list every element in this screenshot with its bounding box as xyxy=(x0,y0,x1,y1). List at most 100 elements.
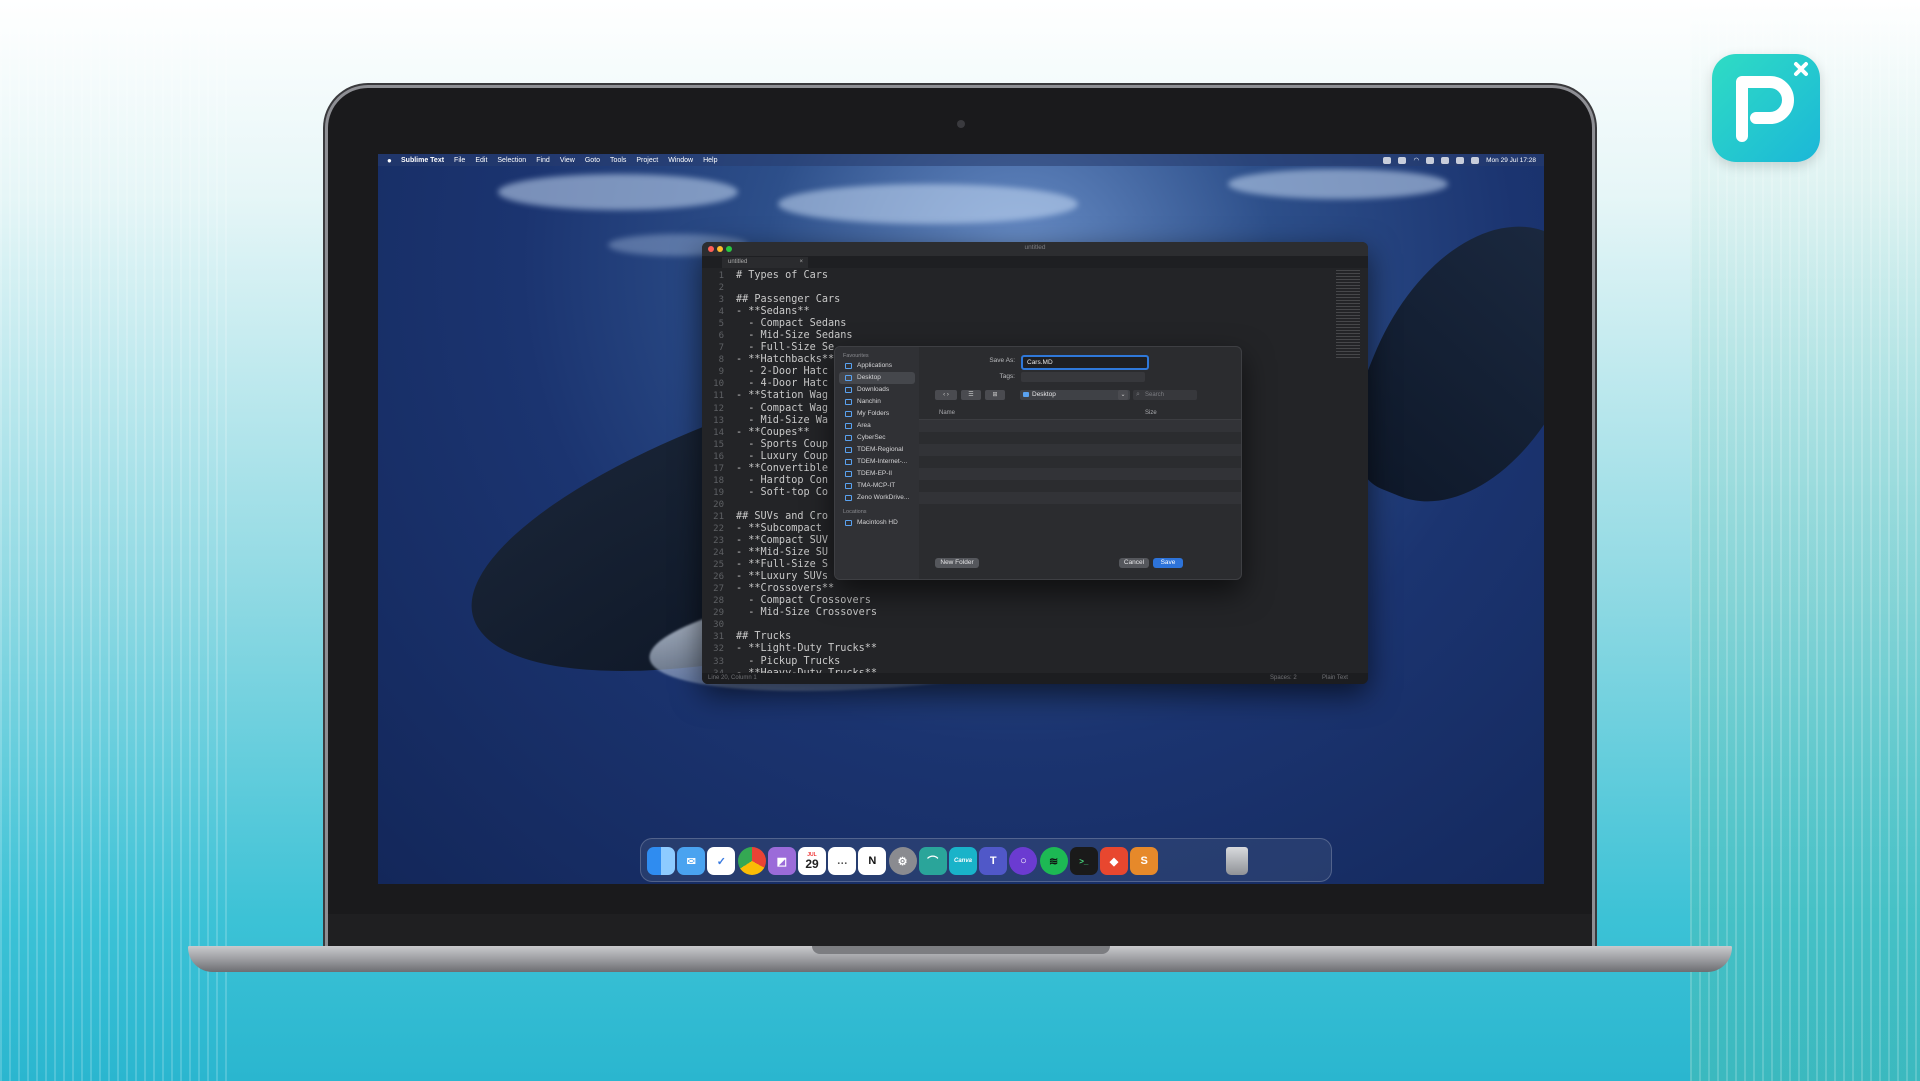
group-mode-icon[interactable]: ⊞ xyxy=(985,390,1005,400)
save-button[interactable]: Save xyxy=(1153,558,1183,568)
folder-icon xyxy=(845,363,852,369)
menu-help[interactable]: Help xyxy=(703,157,717,164)
water-highlight xyxy=(778,184,1078,224)
code-line: 6 - Mid-Size Sedans xyxy=(702,330,1328,342)
sidebar-item-7[interactable]: TDEM-Regional xyxy=(839,444,915,456)
sidebar-item-10[interactable]: TMA-MCP-IT xyxy=(839,480,915,492)
status-indentation[interactable]: Spaces: 2 xyxy=(1270,675,1297,681)
finder-icon[interactable] xyxy=(647,847,675,875)
location-select[interactable]: Desktop ⇕ xyxy=(1020,390,1130,400)
sidebar-item-9[interactable]: TDEM-EP-II xyxy=(839,468,915,480)
code-text: - Mid-Size Wa xyxy=(736,414,829,426)
minimap[interactable] xyxy=(1336,270,1360,360)
user-icon[interactable] xyxy=(1471,156,1480,164)
messages-icon[interactable]: … xyxy=(828,847,857,875)
battery-icon[interactable] xyxy=(1441,156,1450,164)
menu-goto[interactable]: Goto xyxy=(585,157,600,164)
file-list[interactable]: Name Size xyxy=(919,407,1241,515)
status-app-icon[interactable] xyxy=(1398,156,1407,164)
menu-window[interactable]: Window xyxy=(668,157,693,164)
list-row xyxy=(919,480,1241,492)
sidebar-item-label: Macintosh HD xyxy=(857,519,898,526)
calendar-icon[interactable]: JUL 29 xyxy=(798,847,826,875)
status-app-icon[interactable] xyxy=(1383,156,1392,164)
editor-tab[interactable]: untitled × xyxy=(722,257,808,268)
notion-icon[interactable]: N xyxy=(858,847,887,875)
code-line: 30 xyxy=(702,619,1328,631)
folder-icon xyxy=(845,447,852,453)
sidebar-item-4[interactable]: My Folders xyxy=(839,408,915,420)
sidebar-item-11[interactable]: Zeno WorkDrive... xyxy=(839,492,915,504)
expand-dialog-icon[interactable]: ⌄ xyxy=(1118,390,1128,400)
search-field[interactable]: ⌕ Search xyxy=(1133,390,1197,400)
chrome-icon[interactable] xyxy=(737,847,766,875)
apple-menu-icon[interactable]: ● xyxy=(387,156,395,165)
sidebar-item-5[interactable]: Area xyxy=(839,420,915,432)
teams-icon[interactable]: T xyxy=(979,847,1008,875)
sidebar-item-8[interactable]: TDEM-Internet-... xyxy=(839,456,915,468)
terminal-icon[interactable]: >_ xyxy=(1069,847,1098,875)
sidebar-item-1[interactable]: Desktop xyxy=(839,372,915,384)
line-number: 31 xyxy=(713,632,724,643)
preview-icon[interactable]: ◩ xyxy=(767,847,796,875)
view-mode-icon[interactable]: ☰ xyxy=(961,390,981,400)
status-syntax[interactable]: Plain Text xyxy=(1322,675,1348,681)
column-size[interactable]: Size xyxy=(1145,407,1157,419)
code-text: - Luxury Coup xyxy=(736,450,829,462)
code-line: 5 - Compact Sedans xyxy=(702,318,1328,330)
affinity-icon[interactable]: ◆ xyxy=(1100,847,1128,875)
sidebar-item-macintosh-hd[interactable]: Macintosh HD xyxy=(839,517,915,529)
spotify-icon[interactable]: ≋ xyxy=(1039,847,1068,875)
menu-find[interactable]: Find xyxy=(536,157,550,164)
clock[interactable]: Mon 29 Jul 17:28 xyxy=(1486,157,1536,164)
folder-icon xyxy=(845,471,852,477)
trash-icon[interactable] xyxy=(1226,847,1249,875)
wifi-icon[interactable]: ◠ xyxy=(1413,156,1419,164)
sidebar-locations-heading: Locations xyxy=(843,509,867,515)
tags-input[interactable] xyxy=(1021,372,1145,382)
sidebar-item-label: Zeno WorkDrive... xyxy=(857,494,910,501)
search-placeholder: Search xyxy=(1145,392,1165,398)
sidebar-item-2[interactable]: Downloads xyxy=(839,384,915,396)
line-number: 20 xyxy=(713,499,724,510)
code-text: - 2-Door Hatc xyxy=(736,366,829,378)
new-folder-button[interactable]: New Folder xyxy=(935,558,979,568)
menu-edit[interactable]: Edit xyxy=(475,157,487,164)
canva-icon[interactable]: Canva xyxy=(949,847,977,875)
sublime-icon[interactable]: S xyxy=(1130,847,1159,875)
menu-view[interactable]: View xyxy=(560,157,575,164)
folder-icon xyxy=(845,495,852,501)
cancel-button[interactable]: Cancel xyxy=(1119,558,1149,568)
mail-icon[interactable]: ✉ xyxy=(677,847,706,875)
folder-icon xyxy=(845,375,852,381)
column-name[interactable]: Name xyxy=(939,407,955,419)
back-forward-buttons[interactable]: ‹ › xyxy=(935,390,957,400)
line-number: 10 xyxy=(713,379,724,390)
code-line: 28 - Compact Crossovers xyxy=(702,595,1328,607)
line-number: 12 xyxy=(713,403,724,414)
arc-icon[interactable]: ⌒ xyxy=(918,847,947,875)
line-number: 2 xyxy=(718,283,724,294)
menu-app-name[interactable]: Sublime Text xyxy=(401,157,444,164)
status-app-icon[interactable] xyxy=(1426,156,1435,164)
sidebar-item-3[interactable]: Nanchin xyxy=(839,396,915,408)
sidebar-item-0[interactable]: Applications xyxy=(839,360,915,372)
code-text: - **Light-Duty Trucks** xyxy=(736,643,878,655)
close-tab-icon[interactable]: × xyxy=(799,257,803,268)
code-text: - Full-Size Se xyxy=(736,342,835,354)
menu-tools[interactable]: Tools xyxy=(610,157,626,164)
save-as-input[interactable]: Cars.MD xyxy=(1021,355,1149,370)
webcam xyxy=(957,120,965,128)
sidebar-item-label: Desktop xyxy=(857,374,881,381)
background-stripes-left xyxy=(0,0,230,1081)
settings-icon[interactable]: ⚙ xyxy=(888,847,917,875)
menu-project[interactable]: Project xyxy=(636,157,658,164)
menu-selection[interactable]: Selection xyxy=(497,157,526,164)
line-number: 15 xyxy=(713,439,724,450)
things-icon[interactable]: ✓ xyxy=(707,847,736,875)
list-row xyxy=(919,492,1241,504)
control-center-icon[interactable] xyxy=(1456,156,1465,164)
omnifocus-icon[interactable]: ○ xyxy=(1009,847,1038,875)
menu-file[interactable]: File xyxy=(454,157,465,164)
sidebar-item-6[interactable]: CyberSec xyxy=(839,432,915,444)
